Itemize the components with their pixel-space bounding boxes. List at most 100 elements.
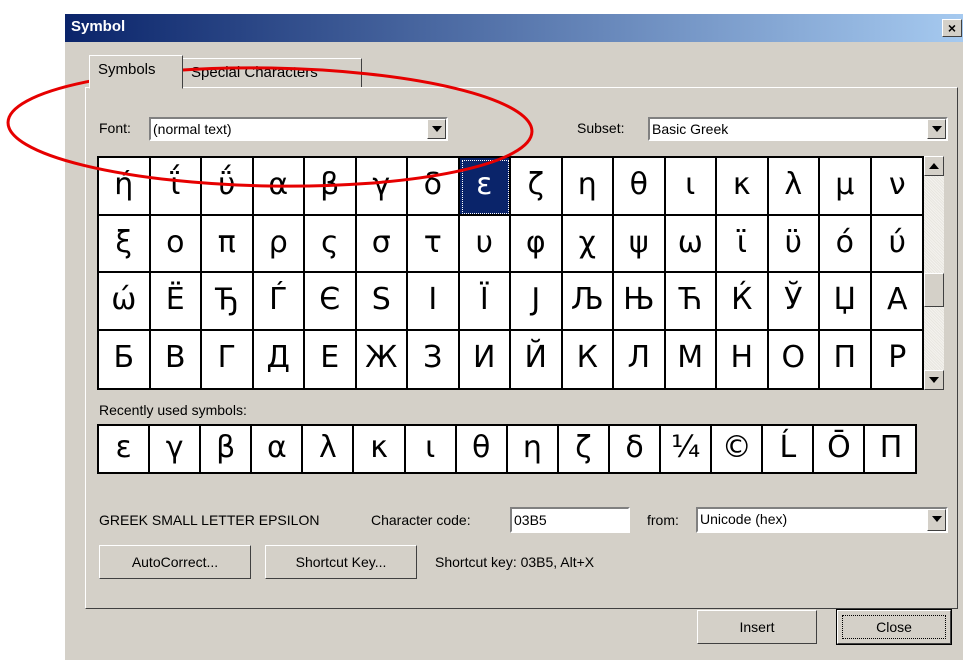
recent-symbol-cell[interactable]: γ: [150, 426, 202, 472]
symbol-cell[interactable]: Є: [305, 273, 357, 331]
symbol-cell[interactable]: Е: [305, 330, 357, 388]
subset-dropdown-button[interactable]: [927, 119, 946, 139]
scroll-up-arrow-icon[interactable]: [924, 156, 944, 176]
symbol-cell[interactable]: Ќ: [717, 273, 769, 331]
recent-symbol-cell[interactable]: ¼: [661, 426, 713, 472]
symbol-cell[interactable]: Г: [202, 330, 254, 388]
window-title: Symbol: [71, 18, 126, 35]
symbol-cell[interactable]: η: [562, 158, 614, 216]
shortcut-key-button[interactable]: Shortcut Key...: [265, 545, 417, 579]
symbol-cell[interactable]: ψ: [614, 215, 666, 273]
symbol-cell[interactable]: χ: [562, 215, 614, 273]
symbol-cell[interactable]: ω: [665, 215, 717, 273]
recent-symbol-cell[interactable]: Ĺ: [763, 426, 815, 472]
symbol-cell[interactable]: Ѕ: [356, 273, 408, 331]
recent-symbol-cell[interactable]: ι: [406, 426, 457, 472]
symbol-cell[interactable]: σ: [356, 215, 408, 273]
symbol-cell[interactable]: Ў: [768, 273, 820, 331]
font-dropdown-button[interactable]: [427, 119, 446, 139]
recent-symbol-cell[interactable]: Π: [866, 426, 917, 472]
symbol-cell[interactable]: ΰ: [202, 158, 254, 216]
recent-symbol-cell[interactable]: α: [252, 426, 304, 472]
symbol-cell[interactable]: Ћ: [665, 273, 717, 331]
symbol-cell[interactable]: ή: [99, 158, 151, 216]
symbol-cell[interactable]: І: [408, 273, 460, 331]
symbol-cell[interactable]: М: [666, 330, 717, 388]
symbol-cell[interactable]: μ: [820, 158, 872, 216]
recent-symbol-cell[interactable]: ε: [99, 426, 151, 472]
symbol-cell[interactable]: Ж: [357, 330, 408, 388]
from-dropdown-button[interactable]: [927, 509, 946, 531]
symbol-cell[interactable]: ύ: [871, 216, 923, 273]
recent-symbol-cell[interactable]: δ: [610, 426, 662, 472]
recent-symbol-cell[interactable]: κ: [355, 426, 406, 472]
symbol-cell[interactable]: Н: [717, 330, 769, 388]
character-code-input[interactable]: 03B5: [510, 507, 630, 533]
symbol-cell[interactable]: λ: [768, 158, 820, 216]
symbol-cell[interactable]: ό: [820, 215, 872, 273]
symbol-cell[interactable]: А: [871, 273, 923, 331]
symbol-cell[interactable]: Њ: [614, 273, 666, 331]
symbol-cell[interactable]: δ: [408, 158, 460, 216]
symbol-cell[interactable]: ζ: [511, 158, 563, 216]
symbol-cell[interactable]: β: [305, 158, 357, 216]
symbol-cell[interactable]: θ: [614, 158, 666, 216]
recent-symbol-cell[interactable]: θ: [457, 426, 508, 472]
symbol-cell[interactable]: Й: [511, 330, 563, 388]
recent-symbol-cell[interactable]: η: [508, 426, 559, 472]
from-label: from:: [647, 512, 679, 528]
symbol-cell[interactable]: υ: [459, 215, 511, 273]
symbol-cell[interactable]: Ѓ: [253, 273, 305, 331]
symbol-cell[interactable]: Ђ: [202, 273, 254, 331]
insert-button[interactable]: Insert: [697, 610, 817, 644]
symbol-cell[interactable]: ξ: [99, 215, 151, 273]
symbol-cell[interactable]: τ: [408, 215, 460, 273]
symbol-cell[interactable]: κ: [717, 158, 769, 216]
symbol-cell[interactable]: Б: [99, 330, 151, 388]
symbol-grid-scrollbar[interactable]: [924, 156, 944, 390]
symbol-cell[interactable]: Л: [614, 330, 666, 388]
symbol-cell[interactable]: З: [408, 330, 460, 388]
font-select[interactable]: (normal text): [149, 117, 448, 141]
autocorrect-button[interactable]: AutoCorrect...: [99, 545, 251, 579]
symbol-cell[interactable]: γ: [356, 158, 408, 216]
close-button[interactable]: Close: [836, 609, 952, 645]
symbol-cell[interactable]: Ё: [150, 273, 202, 331]
symbol-cell[interactable]: П: [820, 330, 872, 388]
symbol-cell[interactable]: ρ: [253, 215, 305, 273]
symbol-cell[interactable]: ε: [459, 158, 511, 216]
symbol-cell[interactable]: ϋ: [768, 215, 820, 273]
symbol-cell[interactable]: ώ: [99, 273, 151, 331]
from-select[interactable]: Unicode (hex): [696, 507, 948, 533]
recent-symbol-cell[interactable]: ©: [712, 426, 764, 472]
symbol-cell[interactable]: φ: [511, 215, 563, 273]
symbol-cell[interactable]: Џ: [820, 273, 872, 331]
symbol-cell[interactable]: α: [253, 158, 305, 216]
symbol-cell[interactable]: Д: [254, 330, 305, 388]
close-window-button[interactable]: ×: [942, 19, 962, 37]
subset-select[interactable]: Basic Greek: [648, 117, 948, 141]
symbol-cell[interactable]: ν: [871, 158, 923, 216]
scrollbar-thumb[interactable]: [924, 273, 944, 307]
symbol-cell[interactable]: К: [563, 330, 614, 388]
recent-symbol-cell[interactable]: β: [201, 426, 253, 472]
recent-symbol-cell[interactable]: λ: [303, 426, 355, 472]
symbol-cell[interactable]: Ј: [511, 273, 563, 331]
symbol-cell[interactable]: ς: [305, 215, 357, 273]
symbol-cell[interactable]: И: [460, 330, 511, 388]
scroll-down-arrow-icon[interactable]: [924, 370, 944, 390]
recent-symbol-cell[interactable]: Ō: [814, 426, 866, 472]
symbol-cell[interactable]: Р: [872, 331, 924, 389]
symbol-cell[interactable]: О: [769, 330, 820, 388]
symbol-cell[interactable]: Ї: [459, 273, 511, 331]
symbol-cell[interactable]: ο: [150, 215, 202, 273]
symbol-cell[interactable]: ι: [665, 158, 717, 216]
symbol-cell[interactable]: Љ: [562, 273, 614, 331]
tab-special-characters[interactable]: Special Characters: [182, 58, 362, 88]
symbol-cell[interactable]: В: [151, 330, 202, 388]
tab-symbols[interactable]: Symbols: [89, 55, 183, 89]
symbol-cell[interactable]: ΐ: [150, 158, 202, 216]
symbol-cell[interactable]: ϊ: [717, 215, 769, 273]
symbol-cell[interactable]: π: [202, 215, 254, 273]
recent-symbol-cell[interactable]: ζ: [559, 426, 610, 472]
